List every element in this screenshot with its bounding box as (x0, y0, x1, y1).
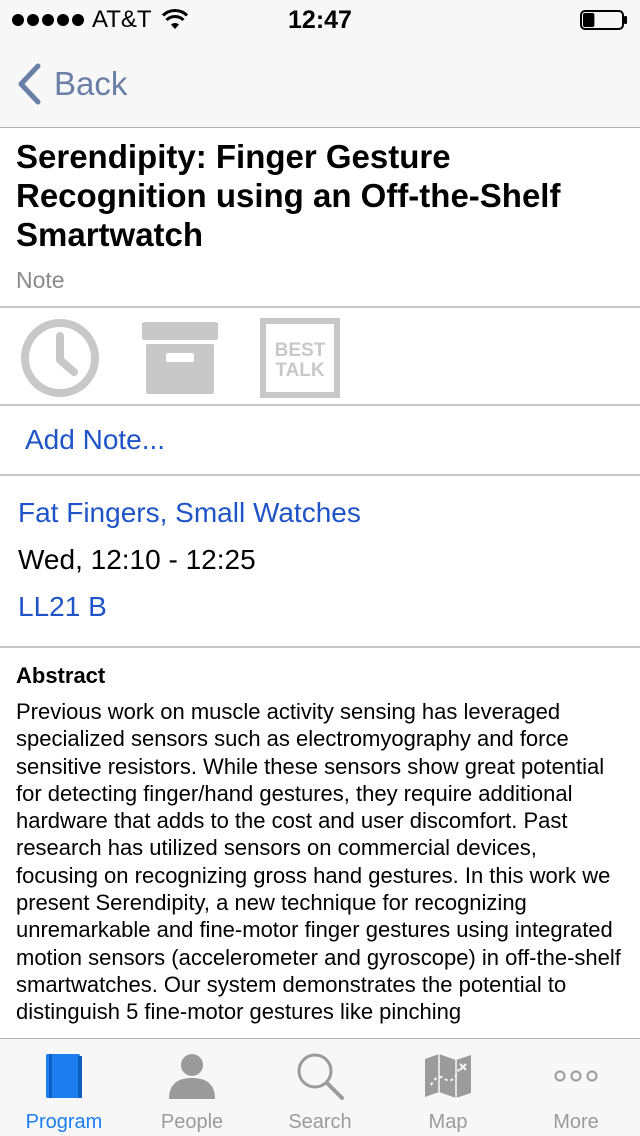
tab-label: Map (428, 1111, 468, 1133)
archive-box-icon[interactable] (140, 318, 220, 398)
book-icon (46, 1054, 82, 1098)
best-talk-icon[interactable]: BEST TALK (260, 318, 340, 398)
title-section: Serendipity: Finger Gesture Recognition … (0, 129, 640, 308)
session-time: Wed, 12:10 - 12:25 (18, 544, 256, 575)
person-icon (169, 1054, 215, 1099)
add-note-row[interactable]: Add Note... (0, 406, 640, 476)
more-icon (554, 1070, 598, 1082)
tab-label: Program (25, 1111, 103, 1133)
tab-map[interactable]: Map (384, 1039, 512, 1136)
session-info: Fat Fingers, Small Watches Wed, 12:10 - … (0, 476, 640, 648)
tab-bar: Program People Search Map More (0, 1038, 640, 1136)
status-time: 12:47 (288, 6, 352, 34)
session-room-link[interactable]: LL21 B (18, 591, 640, 624)
add-note-button[interactable]: Add Note... (25, 424, 165, 456)
abstract-heading: Abstract (16, 663, 106, 688)
map-icon (425, 1054, 471, 1098)
chevron-left-icon (18, 63, 41, 105)
svg-text:TALK: TALK (275, 360, 325, 381)
tab-search[interactable]: Search (256, 1039, 384, 1136)
svg-text:BEST: BEST (275, 340, 326, 361)
item-type: Note (16, 267, 65, 293)
session-name-link[interactable]: Fat Fingers, Small Watches (18, 497, 640, 530)
back-button[interactable]: Back (16, 62, 127, 106)
tab-people[interactable]: People (128, 1039, 256, 1136)
action-icons-row: BEST TALK (0, 308, 640, 406)
tab-label: People (160, 1111, 224, 1133)
search-icon (297, 1053, 344, 1100)
tab-label: More (553, 1111, 599, 1133)
abstract-section: Abstract Previous work on muscle activit… (0, 648, 640, 1026)
battery-icon (580, 10, 627, 30)
tab-program[interactable]: Program (0, 1039, 128, 1136)
abstract-text: Previous work on muscle activity sensing… (16, 699, 621, 1025)
tab-label: Search (288, 1111, 352, 1133)
clock-icon[interactable] (20, 318, 100, 398)
back-label: Back (54, 65, 128, 102)
status-bar: AT&T 12:47 (0, 0, 640, 40)
detail-content[interactable]: Serendipity: Finger Gesture Recognition … (0, 129, 640, 1038)
tab-more[interactable]: More (512, 1039, 640, 1136)
page-title: Serendipity: Finger Gesture Recognition … (16, 138, 561, 253)
navigation-bar: Back (0, 40, 640, 128)
